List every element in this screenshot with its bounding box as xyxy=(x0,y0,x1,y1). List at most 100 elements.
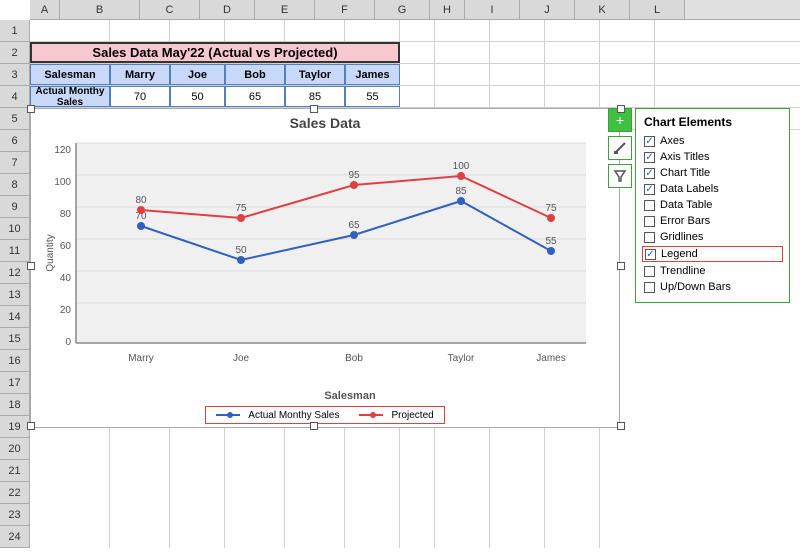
panel-item-trendline[interactable]: Trendline xyxy=(644,264,781,278)
handle-bottom-center[interactable] xyxy=(310,422,318,430)
svg-text:75: 75 xyxy=(235,203,247,214)
col-header-b: B xyxy=(60,0,140,19)
cell-salesman-header[interactable]: Salesman xyxy=(30,64,110,85)
cell-h4[interactable] xyxy=(400,86,435,107)
cell-g1[interactable] xyxy=(345,20,400,41)
panel-item-axes[interactable]: ✓ Axes xyxy=(644,134,781,148)
col-header-i: I xyxy=(465,0,520,19)
chart-container[interactable]: Sales Data 120 100 80 60 40 20 0 Quantit… xyxy=(30,108,620,428)
cell-h1[interactable] xyxy=(400,20,435,41)
svg-text:40: 40 xyxy=(60,273,72,284)
cell-e1[interactable] xyxy=(225,20,285,41)
cell-j4[interactable] xyxy=(490,86,545,107)
updown-bars-checkbox[interactable] xyxy=(644,282,655,293)
panel-item-legend[interactable]: ✓ Legend xyxy=(642,246,783,262)
cell-actual-taylor[interactable]: 85 xyxy=(285,86,345,107)
cell-j1[interactable] xyxy=(490,20,545,41)
data-labels-checkbox[interactable]: ✓ xyxy=(644,184,655,195)
cell-bob-header[interactable]: Bob xyxy=(225,64,285,85)
row-header-24: 24 xyxy=(0,526,30,548)
cell-h3[interactable] xyxy=(400,64,435,85)
cell-l3[interactable] xyxy=(600,64,655,85)
col-header-c: C xyxy=(140,0,200,19)
panel-item-updown-bars[interactable]: Up/Down Bars xyxy=(644,280,781,294)
cell-k3[interactable] xyxy=(545,64,600,85)
chart-style-button[interactable] xyxy=(608,136,632,160)
chart-elements-panel: Chart Elements ✓ Axes ✓ Axis Titles ✓ Ch… xyxy=(635,108,790,303)
cell-k2[interactable] xyxy=(545,42,600,63)
actual-point-joe xyxy=(237,256,245,264)
cell-i2[interactable] xyxy=(435,42,490,63)
handle-top-right[interactable] xyxy=(617,105,625,113)
panel-item-axis-titles[interactable]: ✓ Axis Titles xyxy=(644,150,781,164)
panel-item-chart-title[interactable]: ✓ Chart Title xyxy=(644,166,781,180)
row-header-11: 11 xyxy=(0,240,30,262)
cell-actual-label[interactable]: Actual Monthy Sales xyxy=(30,86,110,107)
cell-joe-header[interactable]: Joe xyxy=(170,64,225,85)
cell-actual-bob[interactable]: 65 xyxy=(225,86,285,107)
cell-actual-joe[interactable]: 50 xyxy=(170,86,225,107)
grid-row-4: Actual Monthy Sales 70 50 65 85 55 xyxy=(30,86,800,108)
row-header-21: 21 xyxy=(0,460,30,482)
cell-k4[interactable] xyxy=(545,86,600,107)
row-header-19: 19 xyxy=(0,416,30,438)
panel-item-error-bars[interactable]: Error Bars xyxy=(644,214,781,228)
cell-l1[interactable] xyxy=(600,20,655,41)
chart-legend: Actual Monthy Sales Projected xyxy=(205,406,444,424)
handle-bottom-right[interactable] xyxy=(617,422,625,430)
panel-item-data-labels[interactable]: ✓ Data Labels xyxy=(644,182,781,196)
grid-row-1 xyxy=(30,20,800,42)
axes-checkbox[interactable]: ✓ xyxy=(644,136,655,147)
cell-k1[interactable] xyxy=(545,20,600,41)
col-header-f: F xyxy=(315,0,375,19)
grid-row-3: Salesman Marry Joe Bob Taylor James xyxy=(30,64,800,86)
cell-actual-marry[interactable]: 70 xyxy=(110,86,170,107)
row-header-12: 12 xyxy=(0,262,30,284)
handle-mid-left[interactable] xyxy=(27,262,35,270)
cell-d1[interactable] xyxy=(170,20,225,41)
axis-titles-label: Axis Titles xyxy=(660,151,710,163)
row-header-23: 23 xyxy=(0,504,30,526)
cell-j2[interactable] xyxy=(490,42,545,63)
cell-h2[interactable] xyxy=(400,42,435,63)
gridlines-checkbox[interactable] xyxy=(644,232,655,243)
cell-taylor-header[interactable]: Taylor xyxy=(285,64,345,85)
legend-checkbox[interactable]: ✓ xyxy=(645,249,656,260)
chart-toolbar: + xyxy=(608,108,632,188)
chart-title-checkbox[interactable]: ✓ xyxy=(644,168,655,179)
cell-james-header[interactable]: James xyxy=(345,64,400,85)
data-table-checkbox[interactable] xyxy=(644,200,655,211)
error-bars-checkbox[interactable] xyxy=(644,216,655,227)
projected-point-joe xyxy=(237,214,245,222)
handle-bottom-left[interactable] xyxy=(27,422,35,430)
cell-marry-header[interactable]: Marry xyxy=(110,64,170,85)
handle-top-left[interactable] xyxy=(27,105,35,113)
handle-mid-right[interactable] xyxy=(617,262,625,270)
cell-l2[interactable] xyxy=(600,42,655,63)
axes-label: Axes xyxy=(660,135,684,147)
axis-titles-checkbox[interactable]: ✓ xyxy=(644,152,655,163)
col-header-d: D xyxy=(200,0,255,19)
trendline-checkbox[interactable] xyxy=(644,266,655,277)
cell-actual-james[interactable]: 55 xyxy=(345,86,400,107)
cell-i4[interactable] xyxy=(435,86,490,107)
actual-point-bob xyxy=(350,231,358,239)
cell-i1[interactable] xyxy=(435,20,490,41)
row-header-1: 1 xyxy=(0,20,30,42)
cell-b1[interactable] xyxy=(30,20,110,41)
cell-j3[interactable] xyxy=(490,64,545,85)
panel-item-data-table[interactable]: Data Table xyxy=(644,198,781,212)
cell-title[interactable]: Sales Data May'22 (Actual vs Projected) xyxy=(30,42,400,63)
cell-i3[interactable] xyxy=(435,64,490,85)
chart-filter-button[interactable] xyxy=(608,164,632,188)
cell-f1[interactable] xyxy=(285,20,345,41)
row-header-3: 3 xyxy=(0,64,30,86)
chart-svg: 120 100 80 60 40 20 0 Quantity xyxy=(41,133,601,383)
handle-top-center[interactable] xyxy=(310,105,318,113)
svg-text:95: 95 xyxy=(348,170,360,181)
col-header-e: E xyxy=(255,0,315,19)
col-header-j: J xyxy=(520,0,575,19)
cell-c1[interactable] xyxy=(110,20,170,41)
panel-item-gridlines[interactable]: Gridlines xyxy=(644,230,781,244)
cell-l4[interactable] xyxy=(600,86,655,107)
